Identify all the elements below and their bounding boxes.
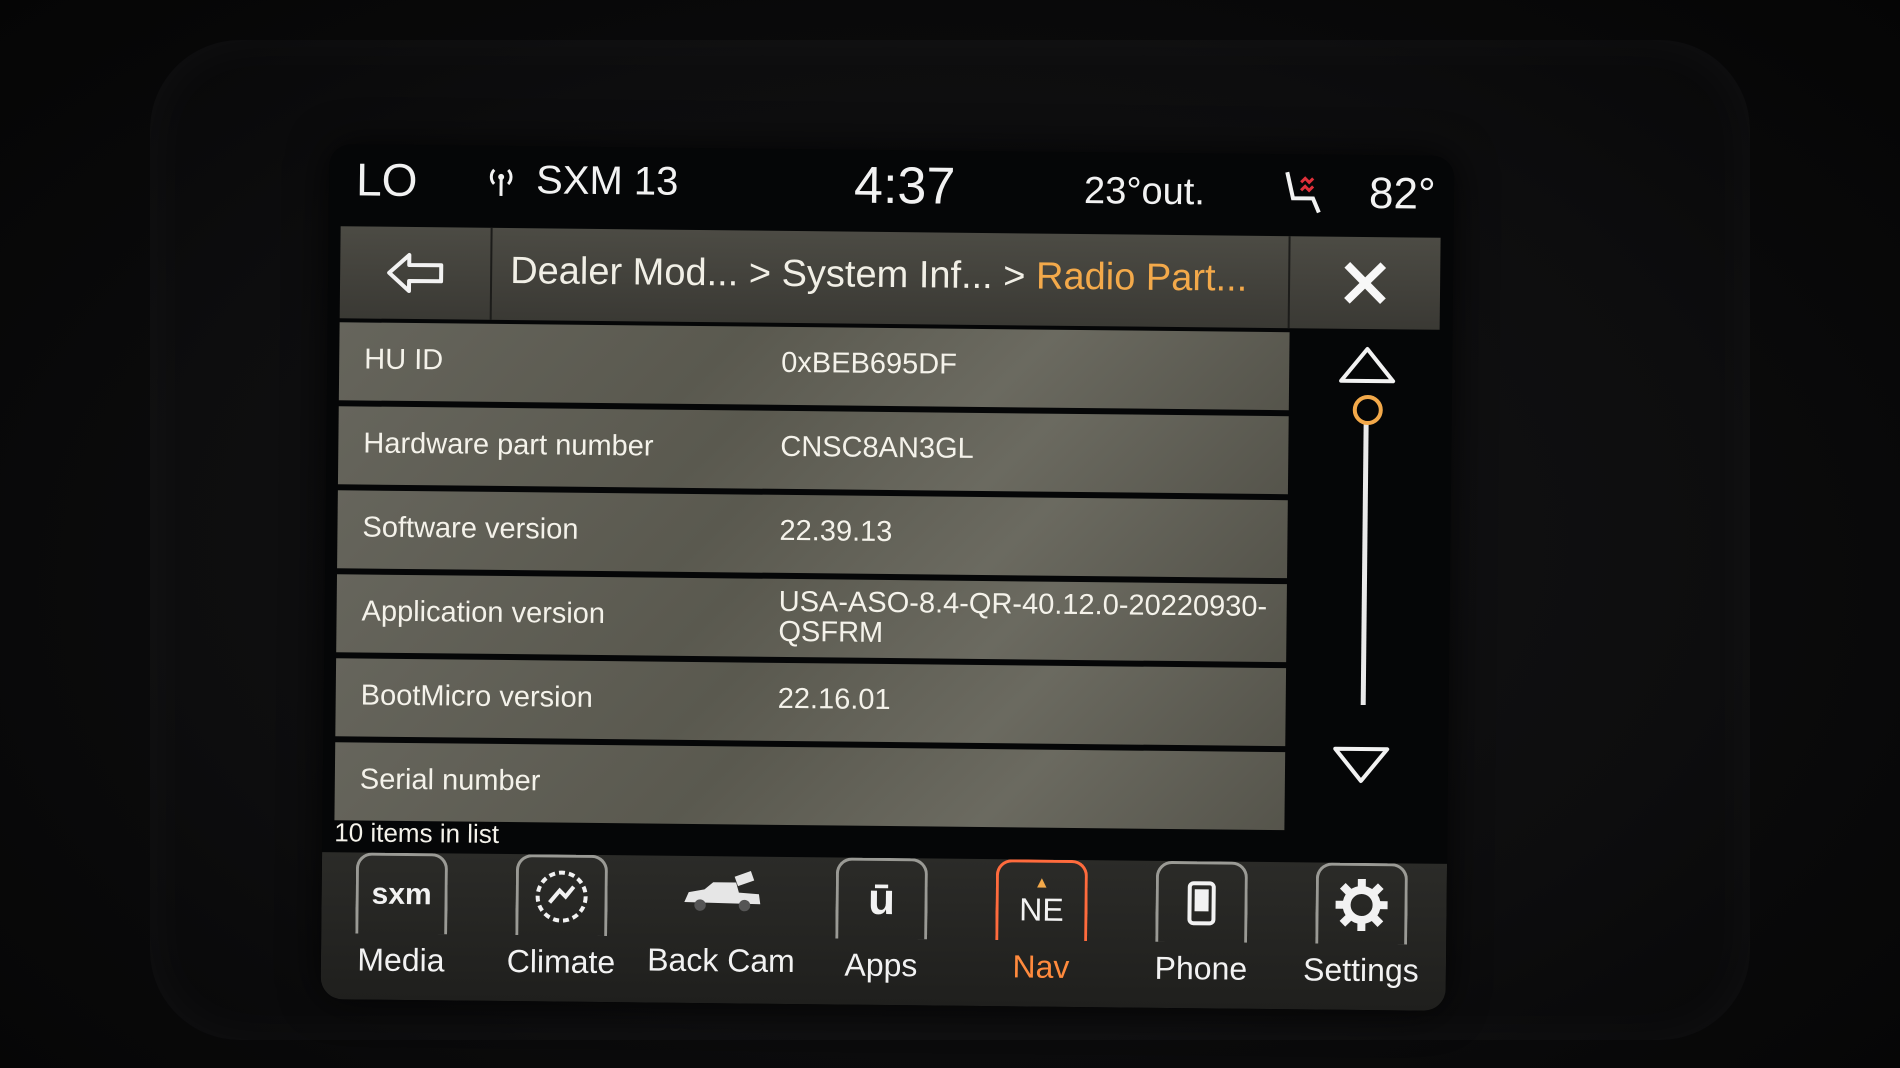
row-value-line2: QSFRM <box>778 615 884 649</box>
row-value: 22.16.01 <box>777 682 891 717</box>
breadcrumb-system-info[interactable]: System Inf... <box>781 253 993 297</box>
close-icon <box>1344 261 1387 304</box>
scrollbar[interactable] <box>1323 335 1408 796</box>
list-item[interactable]: Hardware part number CNSC8AN3GL <box>337 406 1289 495</box>
gear-icon <box>1315 862 1409 945</box>
info-list: HU ID 0xBEB695DF Hardware part number CN… <box>334 322 1290 836</box>
nav-label: Media <box>357 941 445 979</box>
back-arrow-icon <box>387 252 444 293</box>
row-label: Hardware part number <box>363 427 654 463</box>
sxm-icon: sxm <box>355 852 449 935</box>
compass-icon: ▲ NE <box>995 859 1089 942</box>
breadcrumb-dealer-mode[interactable]: Dealer Mod... <box>510 250 739 294</box>
bottom-nav: sxm Media Climate Back Cam ū Apps ▲ NE N… <box>320 852 1448 1011</box>
scroll-track[interactable] <box>1360 419 1369 706</box>
row-value: CNSC8AN3GL <box>780 430 974 465</box>
list-item[interactable]: HU ID 0xBEB695DF <box>338 322 1290 411</box>
nav-media[interactable]: sxm Media <box>326 852 477 980</box>
truck-icon <box>678 856 765 935</box>
nav-label: Nav <box>1012 948 1070 985</box>
cabin-temperature[interactable]: 82° <box>1369 169 1436 220</box>
row-value: 0xBEB695DF <box>781 346 958 381</box>
list-item[interactable]: Application version USA-ASO-8.4-QR-40.12… <box>336 574 1287 663</box>
fan-speed: LO <box>355 153 418 207</box>
list-count: 10 items in list <box>334 817 500 849</box>
scroll-thumb[interactable] <box>1352 394 1383 426</box>
infotainment-screen: LO SXM 13 4:37 23°out. 82° Dealer Mod...… <box>320 144 1455 1011</box>
breadcrumb-radio-part: Radio Part... <box>1035 255 1248 300</box>
row-label: Serial number <box>359 763 541 798</box>
nav-settings[interactable]: Settings <box>1286 862 1437 990</box>
uconnect-icon: ū <box>835 857 929 940</box>
scroll-down-icon[interactable] <box>1331 745 1391 786</box>
nav-label: Apps <box>844 946 918 984</box>
clock: 4:37 <box>853 156 956 216</box>
row-label: HU ID <box>364 343 444 377</box>
breadcrumb: Dealer Mod... > System Inf... > Radio Pa… <box>510 250 1248 301</box>
back-button[interactable] <box>339 226 493 320</box>
list-item[interactable]: BootMicro version 22.16.01 <box>335 658 1287 747</box>
compass-pointer-icon: ▲ <box>1033 874 1050 892</box>
row-value: 22.39.13 <box>779 514 893 549</box>
list-item[interactable]: Software version 22.39.13 <box>337 490 1288 579</box>
nav-label: Back Cam <box>647 941 795 980</box>
scroll-up-icon[interactable] <box>1337 345 1397 386</box>
nav-label: Settings <box>1302 951 1419 989</box>
nav-phone[interactable]: Phone <box>1126 860 1277 989</box>
row-label: Software version <box>362 511 579 546</box>
outside-temperature: 23°out. <box>1083 170 1206 214</box>
row-value: USA-ASO-8.4-QR-40.12.0-20220930- QSFRM <box>778 586 1279 652</box>
nav-label: Phone <box>1154 949 1248 987</box>
row-value <box>777 768 1277 773</box>
row-label: Application version <box>361 595 606 631</box>
heated-seat-icon[interactable] <box>1279 168 1330 219</box>
climate-icon <box>515 854 609 937</box>
nav-back-cam[interactable]: Back Cam <box>646 855 797 980</box>
nav-climate[interactable]: Climate <box>486 854 637 982</box>
nav-nav[interactable]: ▲ NE Nav <box>966 859 1117 987</box>
nav-label: Climate <box>506 943 616 981</box>
status-bar: LO SXM 13 4:37 23°out. 82° <box>329 144 1455 234</box>
row-label: BootMicro version <box>360 679 593 714</box>
page-header: Dealer Mod... > System Inf... > Radio Pa… <box>339 226 1441 330</box>
signal-icon <box>489 168 513 196</box>
breadcrumb-separator: > <box>992 255 1037 298</box>
nav-apps[interactable]: ū Apps <box>806 857 957 985</box>
audio-source: SXM 13 <box>535 158 679 204</box>
breadcrumb-separator: > <box>738 252 782 295</box>
list-item[interactable]: Serial number <box>334 742 1286 831</box>
close-button[interactable] <box>1287 236 1441 330</box>
phone-icon <box>1155 860 1249 943</box>
